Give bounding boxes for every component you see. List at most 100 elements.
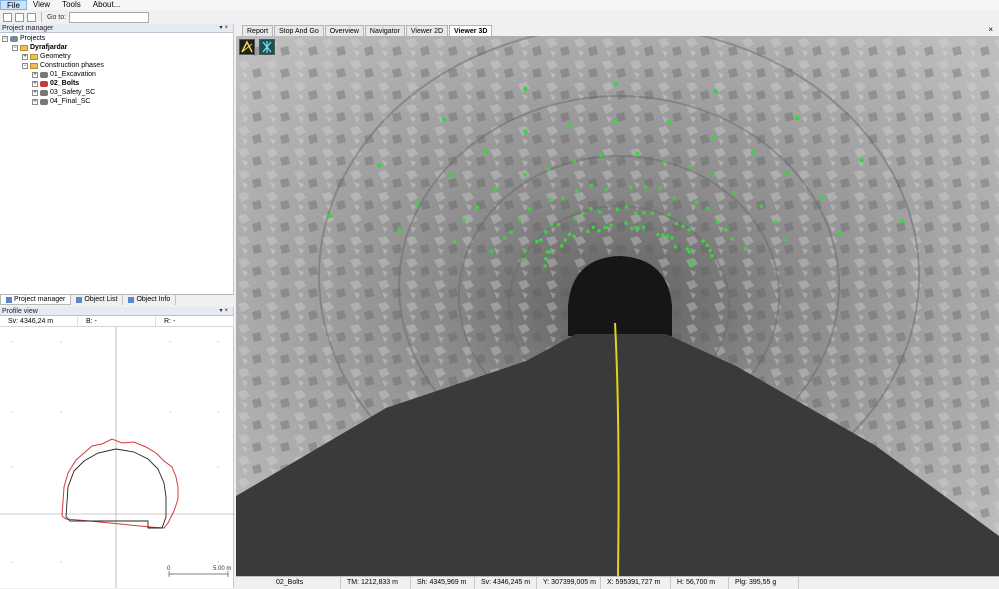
rock-bolt-marker[interactable] <box>547 250 552 254</box>
rock-bolt-marker[interactable] <box>527 207 532 211</box>
rock-bolt-marker[interactable] <box>566 124 572 129</box>
tab-navigator[interactable]: Navigator <box>364 25 405 36</box>
tree-node-safety-sc[interactable]: + 03_Safety_SC <box>32 88 95 97</box>
rock-bolt-marker[interactable] <box>705 206 710 210</box>
rock-bolt-marker[interactable] <box>543 264 547 268</box>
rock-bolt-marker[interactable] <box>377 163 382 168</box>
rock-bolt-marker[interactable] <box>613 81 619 87</box>
rock-bolt-marker[interactable] <box>688 165 692 169</box>
rock-bolt-marker[interactable] <box>597 210 602 214</box>
rock-bolt-marker[interactable] <box>544 230 548 234</box>
rock-bolt-marker[interactable] <box>673 245 678 249</box>
rock-bolt-marker[interactable] <box>547 168 551 172</box>
rock-bolt-marker[interactable] <box>662 160 667 164</box>
rock-bolt-marker[interactable] <box>773 220 777 224</box>
tab-overview[interactable]: Overview <box>324 25 364 36</box>
rock-bolt-marker[interactable] <box>784 170 790 176</box>
rock-bolt-marker[interactable] <box>837 231 842 236</box>
rock-bolt-marker[interactable] <box>561 196 565 200</box>
rock-bolt-marker[interactable] <box>572 159 577 163</box>
rock-bolt-marker[interactable] <box>523 173 527 177</box>
rock-bolt-marker[interactable] <box>559 244 564 248</box>
rock-bolt-marker[interactable] <box>750 150 756 155</box>
rock-bolt-marker[interactable] <box>708 248 712 253</box>
rock-bolt-marker[interactable] <box>687 250 692 254</box>
rock-bolt-marker[interactable] <box>795 115 800 121</box>
rock-bolt-marker[interactable] <box>642 210 646 215</box>
rock-bolt-marker[interactable] <box>521 258 525 262</box>
viewer-3d-canvas[interactable] <box>236 36 999 576</box>
new-file-icon[interactable] <box>3 12 12 22</box>
rock-bolt-marker[interactable] <box>535 239 539 244</box>
menu-view[interactable]: View <box>27 0 56 10</box>
rock-bolt-marker[interactable] <box>567 232 572 237</box>
rock-bolt-marker[interactable] <box>397 227 402 232</box>
rock-bolt-marker[interactable] <box>743 246 748 251</box>
tree-node-dyrafjardar[interactable]: − Dyrafjardar <box>12 43 67 52</box>
rock-bolt-marker[interactable] <box>609 223 613 227</box>
rock-bolt-marker[interactable] <box>656 232 660 237</box>
rock-bolt-marker[interactable] <box>589 206 593 211</box>
collapse-icon[interactable]: − <box>12 44 18 51</box>
rock-bolt-marker[interactable] <box>475 205 480 210</box>
tab-object-list[interactable]: Object List <box>71 295 124 305</box>
tree-node-construction-phases[interactable]: − Construction phases <box>22 61 104 70</box>
rock-bolt-marker[interactable] <box>690 263 694 267</box>
rock-bolt-marker[interactable] <box>624 221 628 225</box>
tab-object-info[interactable]: Object Info <box>123 295 177 305</box>
rock-bolt-marker[interactable] <box>630 226 634 231</box>
tree-node-excavation[interactable]: + 01_Excavation <box>32 70 96 79</box>
rock-bolt-marker[interactable] <box>730 237 735 241</box>
rock-bolt-marker[interactable] <box>674 221 679 226</box>
rock-bolt-marker[interactable] <box>544 257 548 261</box>
measure-tool-icon[interactable] <box>239 39 255 55</box>
rock-bolt-marker[interactable] <box>589 184 594 188</box>
profile-canvas[interactable]: 0 5.00 m <box>0 327 234 588</box>
rock-bolt-marker[interactable] <box>635 151 640 156</box>
rock-bolt-marker[interactable] <box>636 225 640 230</box>
rock-bolt-marker[interactable] <box>681 224 685 229</box>
rock-bolt-marker[interactable] <box>575 189 579 193</box>
rock-bolt-marker[interactable] <box>665 234 670 239</box>
rock-bolt-marker[interactable] <box>667 120 673 125</box>
rock-bolt-marker[interactable] <box>517 218 522 222</box>
rock-bolt-marker[interactable] <box>586 229 590 234</box>
rock-bolt-marker[interactable] <box>633 211 638 215</box>
rock-bolt-marker[interactable] <box>414 201 420 207</box>
rock-bolt-marker[interactable] <box>715 220 720 224</box>
navigation-tool-icon[interactable] <box>259 39 275 55</box>
rock-bolt-marker[interactable] <box>900 218 905 224</box>
rock-bolt-marker[interactable] <box>462 218 466 222</box>
rock-bolt-marker[interactable] <box>327 213 332 219</box>
menu-file[interactable]: File <box>0 0 27 10</box>
rock-bolt-marker[interactable] <box>712 173 716 177</box>
rock-bolt-marker[interactable] <box>694 200 698 205</box>
rock-bolt-marker[interactable] <box>599 153 604 158</box>
save-icon[interactable] <box>27 12 36 22</box>
rock-bolt-marker[interactable] <box>483 148 489 153</box>
rock-bolt-marker[interactable] <box>701 239 705 243</box>
rock-bolt-marker[interactable] <box>539 238 543 242</box>
menu-about[interactable]: About... <box>87 0 127 10</box>
rock-bolt-marker[interactable] <box>733 191 737 195</box>
tab-viewer-3d[interactable]: Viewer 3D <box>449 25 493 36</box>
tab-stop-and-go[interactable]: Stop And Go <box>274 25 324 36</box>
rock-bolt-marker[interactable] <box>670 236 674 240</box>
rock-bolt-marker[interactable] <box>509 230 513 234</box>
expand-icon[interactable]: + <box>32 89 38 96</box>
collapse-icon[interactable]: − <box>2 35 8 42</box>
rock-bolt-marker[interactable] <box>573 216 577 221</box>
rock-bolt-marker[interactable] <box>710 254 714 258</box>
rock-bolt-marker[interactable] <box>449 172 455 178</box>
pin-close-icon[interactable]: ▾× <box>219 307 233 315</box>
rock-bolt-marker[interactable] <box>713 89 718 95</box>
rock-bolt-marker[interactable] <box>493 188 498 192</box>
rock-bolt-marker[interactable] <box>667 212 671 217</box>
rock-bolt-marker[interactable] <box>650 211 655 215</box>
rock-bolt-marker[interactable] <box>643 185 648 189</box>
rock-bolt-marker[interactable] <box>591 225 596 230</box>
menu-tools[interactable]: Tools <box>56 0 87 10</box>
rock-bolt-marker[interactable] <box>548 197 552 202</box>
goto-input[interactable] <box>69 11 150 23</box>
tab-project-manager[interactable]: Project manager <box>0 295 72 305</box>
